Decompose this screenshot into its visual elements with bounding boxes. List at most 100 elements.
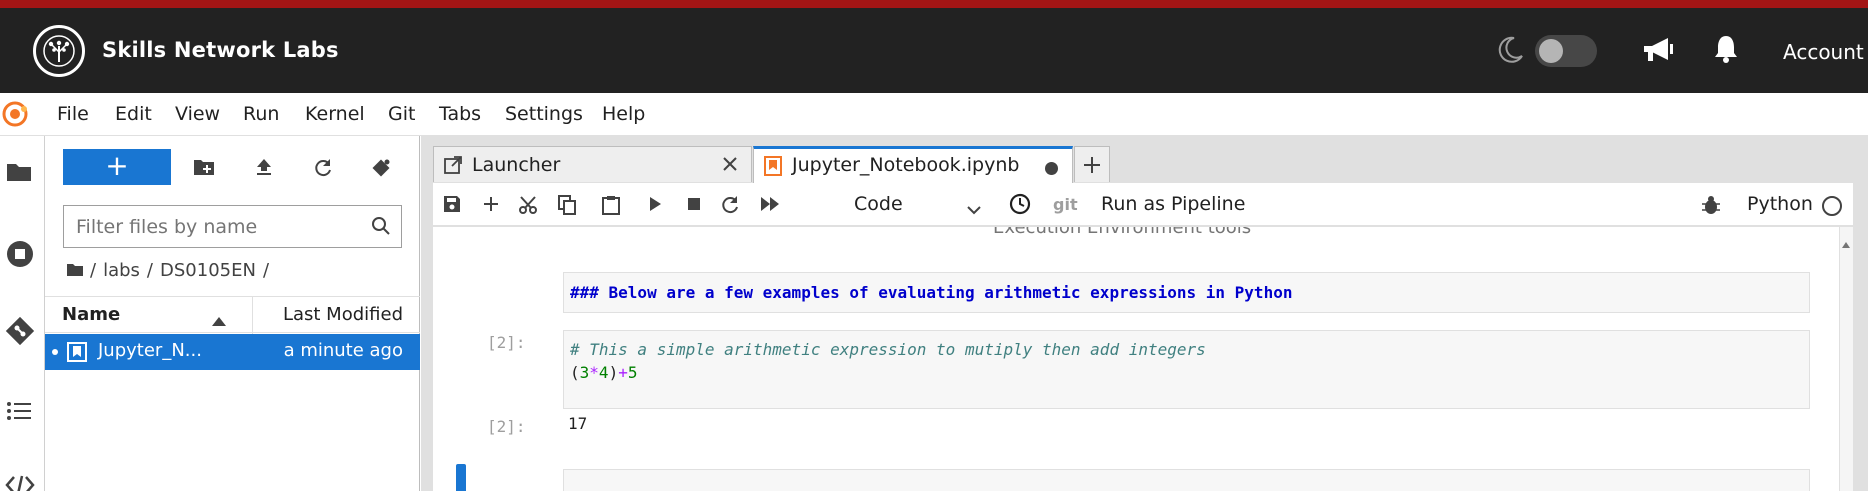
code-icon[interactable] — [5, 474, 35, 491]
tab-launcher[interactable]: Launcher — [433, 146, 752, 182]
file-name: Jupyter_N... — [98, 340, 202, 361]
menu-help[interactable]: Help — [602, 103, 645, 125]
new-folder-icon[interactable] — [193, 158, 215, 180]
code-token: ) — [608, 363, 619, 382]
git-icon[interactable] — [5, 316, 35, 350]
file-modified: a minute ago — [283, 340, 403, 361]
vertical-scrollbar[interactable] — [1839, 227, 1853, 491]
moon-icon — [1498, 36, 1524, 68]
file-list-item[interactable]: Jupyter_N... a minute ago — [45, 334, 420, 370]
menu-view[interactable]: View — [175, 103, 220, 125]
account-menu[interactable]: Account — [1783, 40, 1864, 64]
copy-icon[interactable] — [558, 195, 576, 219]
megaphone-icon[interactable] — [1642, 36, 1674, 68]
brand-title: Skills Network Labs — [102, 38, 339, 62]
kernel-status-icon — [1822, 196, 1842, 216]
menu-file[interactable]: File — [57, 103, 89, 125]
code-token: 3 — [579, 363, 590, 382]
breadcrumb-labs[interactable]: labs — [103, 260, 140, 281]
cell-type-select[interactable]: Code — [854, 193, 903, 215]
cut-icon[interactable] — [518, 195, 538, 219]
notebook-cells-area: Execution Environment tools ### Below ar… — [433, 227, 1853, 491]
sort-ascending-icon[interactable] — [212, 311, 226, 330]
top-header-bar: Skills Network Labs Account — [0, 8, 1868, 93]
running-indicator — [52, 349, 58, 355]
menu-run[interactable]: Run — [243, 103, 279, 125]
new-launcher-button[interactable]: + — [63, 149, 171, 185]
tab-label: Jupyter_Notebook.ipynb — [792, 154, 1020, 176]
code-token: + — [618, 363, 628, 382]
cell-output: 17 — [568, 414, 588, 433]
file-browser-panel: + / labs / DS0105EN / Name Last Modified — [45, 136, 420, 491]
menu-kernel[interactable]: Kernel — [305, 103, 365, 125]
upload-icon[interactable] — [255, 158, 273, 180]
insert-cell-icon[interactable] — [482, 195, 500, 217]
output-prompt: [2]: — [487, 417, 526, 436]
run-cell-icon[interactable] — [647, 195, 663, 217]
main-dock-area: Launcher Jupyter_Notebook.ipynb Code git… — [421, 136, 1868, 491]
code-cell[interactable]: # This a simple arithmetic expression to… — [563, 330, 1810, 409]
clock-icon[interactable] — [1009, 193, 1031, 219]
code-token: * — [589, 363, 599, 382]
folder-icon[interactable] — [67, 260, 83, 281]
paste-icon[interactable] — [602, 195, 620, 219]
notebook-toolbar: Code git Run as Pipeline Python — [433, 183, 1853, 226]
code-token: ( — [570, 363, 580, 382]
notebook-icon — [764, 156, 782, 180]
bug-icon[interactable] — [1701, 194, 1721, 220]
breadcrumb-root[interactable]: / — [90, 260, 96, 281]
git-diff-button[interactable]: git — [1053, 195, 1078, 214]
jupyter-logo-icon — [2, 101, 30, 131]
interrupt-kernel-icon[interactable] — [686, 195, 702, 217]
markdown-cell[interactable]: ### Below are a few examples of evaluati… — [563, 272, 1810, 313]
file-list-header: Name Last Modified — [45, 296, 420, 334]
breadcrumb-separator: / — [146, 260, 153, 281]
code-cell[interactable] — [563, 469, 1810, 491]
tab-notebook[interactable]: Jupyter_Notebook.ipynb — [753, 146, 1073, 183]
notebook-icon — [67, 342, 87, 366]
unsaved-indicator-icon[interactable] — [1045, 162, 1058, 175]
search-icon — [371, 216, 391, 240]
git-clone-icon[interactable] — [371, 158, 391, 182]
menu-tabs[interactable]: Tabs — [439, 103, 481, 125]
column-last-modified[interactable]: Last Modified — [283, 304, 403, 325]
launcher-icon — [444, 156, 462, 178]
active-cell-marker — [456, 464, 466, 491]
menu-settings[interactable]: Settings — [505, 103, 583, 125]
document-tab-bar: Launcher Jupyter_Notebook.ipynb — [433, 146, 1110, 183]
scroll-up-icon[interactable] — [1842, 233, 1850, 252]
markdown-source[interactable]: ### Below are a few examples of evaluati… — [570, 283, 1292, 302]
menu-bar: File Edit View Run Kernel Git Tabs Setti… — [0, 93, 1868, 136]
activity-bar — [0, 136, 45, 491]
run-as-pipeline-button[interactable]: Run as Pipeline — [1101, 193, 1245, 215]
toggle-knob — [1539, 39, 1563, 63]
top-accent-stripe — [0, 0, 1868, 8]
code-expression[interactable]: (3*4)+5 — [570, 363, 637, 382]
filter-files-input[interactable] — [76, 213, 356, 241]
chevron-down-icon[interactable] — [966, 200, 982, 219]
restart-kernel-icon[interactable] — [720, 195, 740, 219]
menu-git[interactable]: Git — [388, 103, 415, 125]
breadcrumb-ds0105en[interactable]: DS0105EN — [160, 260, 256, 281]
clipped-heading: Execution Environment tools — [993, 227, 1252, 238]
folder-icon[interactable] — [5, 160, 33, 188]
tree-logo-icon[interactable] — [33, 25, 85, 77]
breadcrumb: / labs / DS0105EN / — [67, 260, 269, 281]
bell-icon[interactable] — [1713, 34, 1739, 68]
code-token: 4 — [598, 363, 609, 382]
column-divider — [252, 297, 253, 334]
filter-files-field[interactable] — [63, 205, 402, 248]
refresh-icon[interactable] — [313, 158, 333, 182]
close-icon[interactable] — [721, 155, 739, 177]
stop-circle-icon[interactable] — [5, 239, 35, 273]
code-comment[interactable]: # This a simple arithmetic expression to… — [570, 340, 1206, 359]
add-tab-button[interactable] — [1074, 146, 1110, 182]
restart-run-all-icon[interactable] — [759, 195, 781, 217]
input-prompt: [2]: — [487, 333, 526, 352]
column-name[interactable]: Name — [62, 304, 120, 325]
kernel-name[interactable]: Python — [1747, 193, 1813, 215]
list-icon[interactable] — [5, 399, 33, 427]
menu-edit[interactable]: Edit — [115, 103, 152, 125]
save-icon[interactable] — [443, 195, 461, 217]
theme-toggle[interactable] — [1535, 35, 1597, 67]
